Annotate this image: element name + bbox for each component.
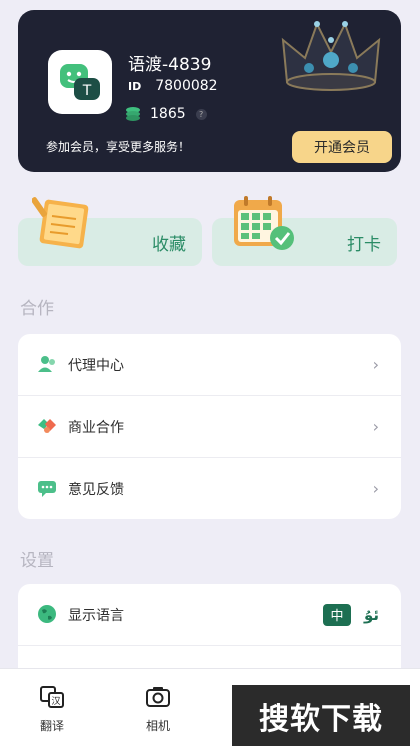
- user-id-row: ID 7800082: [128, 78, 218, 94]
- promo-text: 参加会员，享受更多服务！: [46, 140, 191, 154]
- nav-translate[interactable]: 汉 翻译: [12, 669, 92, 734]
- agent-users-icon: [38, 356, 55, 372]
- menu-item-feedback[interactable]: 意见反馈 ›: [18, 458, 401, 519]
- notepad-icon: [32, 197, 89, 249]
- app-logo-icon: T: [60, 64, 100, 100]
- settings-menu: 显示语言 中 ئۇ: [18, 584, 401, 668]
- translate-icon: 汉: [40, 686, 64, 708]
- checkin-label: 打卡: [347, 235, 381, 255]
- menu-label: 显示语言: [68, 607, 124, 624]
- coins-icon: [126, 107, 140, 121]
- section-title-cooperation: 合作: [20, 299, 54, 319]
- favorites-label: 收藏: [152, 235, 186, 255]
- calendar-check-icon: [234, 196, 294, 250]
- profile-card: T 语渡-4839 ID 7800082 1865 ? 参加会员，享受更多服务！…: [18, 10, 401, 172]
- chevron-right-icon: ›: [372, 417, 379, 436]
- menu-item-display-language[interactable]: 显示语言 中 ئۇ: [18, 584, 401, 646]
- svg-text:汉: 汉: [51, 696, 60, 707]
- menu-label: 意见反馈: [68, 481, 124, 498]
- crown-icon: [281, 21, 381, 91]
- watermark-logo: 搜软下载: [232, 685, 410, 746]
- nav-label: 翻译: [39, 719, 64, 733]
- language-option-chinese[interactable]: 中: [323, 603, 351, 626]
- nav-label: 相机: [145, 719, 170, 733]
- camera-icon: [146, 687, 170, 707]
- id-tag: ID: [128, 79, 142, 93]
- menu-label: 商业合作: [68, 419, 124, 436]
- globe-icon: [38, 605, 56, 623]
- svg-text:T: T: [82, 83, 92, 99]
- vip-button[interactable]: 开通会员: [292, 131, 392, 163]
- cooperation-menu: 代理中心 › 商业合作 › 意见反馈 ›: [18, 334, 401, 519]
- avatar[interactable]: T: [48, 50, 112, 114]
- nav-camera[interactable]: 相机: [118, 669, 198, 734]
- chevron-right-icon: ›: [372, 355, 379, 374]
- handshake-icon: [38, 419, 56, 433]
- menu-item-partial[interactable]: [18, 646, 401, 668]
- menu-item-agent-center[interactable]: 代理中心 ›: [18, 334, 401, 396]
- coin-balance: 1865 ?: [124, 106, 207, 122]
- username: 语渡-4839: [128, 55, 212, 75]
- feedback-chat-icon: [38, 481, 56, 497]
- checkin-tile[interactable]: 打卡: [212, 196, 397, 266]
- user-id-value: 7800082: [155, 78, 218, 94]
- section-title-settings: 设置: [20, 551, 54, 571]
- favorites-tile[interactable]: 收藏: [18, 197, 202, 266]
- menu-item-business[interactable]: 商业合作 ›: [18, 396, 401, 458]
- coin-count: 1865: [150, 106, 186, 122]
- language-option-uyghur[interactable]: ئۇ: [364, 606, 379, 624]
- menu-label: 代理中心: [68, 357, 124, 374]
- chevron-right-icon: ›: [372, 479, 379, 498]
- help-icon[interactable]: ?: [195, 108, 207, 120]
